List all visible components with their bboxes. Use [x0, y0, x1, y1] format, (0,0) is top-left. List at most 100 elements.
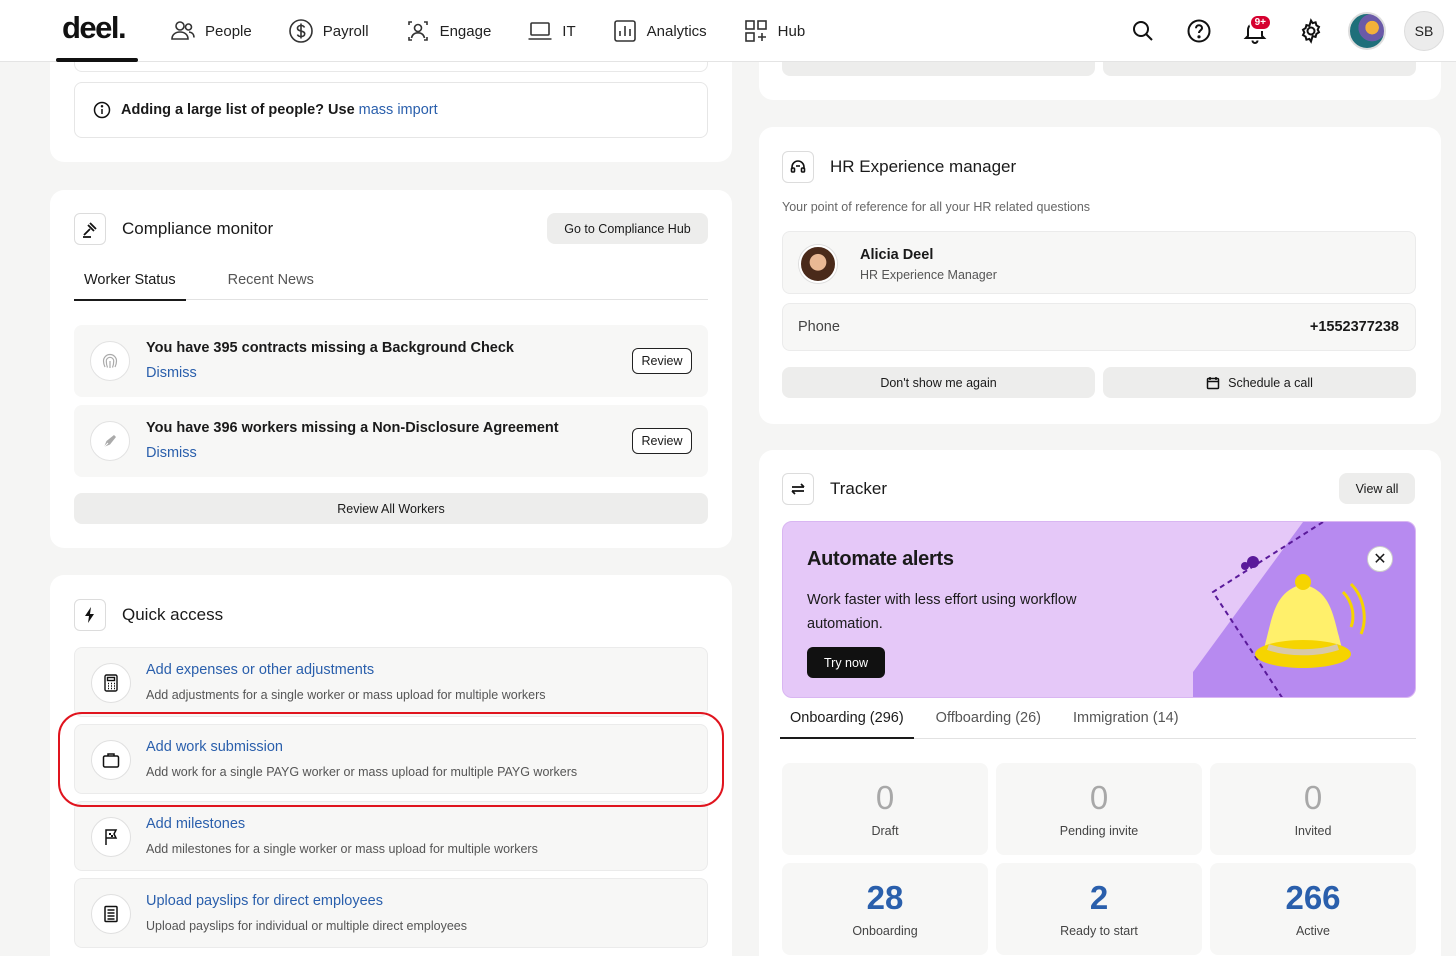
swap-arrows-icon: [782, 473, 814, 505]
calculator-icon: [91, 663, 131, 703]
stat-value: 28: [866, 879, 904, 916]
dismiss-link[interactable]: Dismiss: [146, 445, 197, 461]
quick-access-item-title[interactable]: Add work submission: [146, 739, 283, 755]
nav-item-engage[interactable]: Engage: [405, 18, 492, 44]
schedule-call-button[interactable]: Schedule a call: [1103, 367, 1416, 398]
go-to-compliance-hub-button[interactable]: Go to Compliance Hub: [547, 213, 708, 244]
notifications-button[interactable]: 9+: [1236, 12, 1274, 50]
quick-access-item[interactable]: Add milestones Add milestones for a sing…: [74, 801, 708, 871]
nav-item-hub[interactable]: Hub: [743, 18, 806, 44]
stat-label: Onboarding: [852, 924, 918, 938]
stat-onboarding[interactable]: 28 Onboarding: [782, 863, 988, 955]
dismiss-link[interactable]: Dismiss: [146, 365, 197, 381]
stat-active[interactable]: 266 Active: [1210, 863, 1416, 955]
quick-access-item-desc: Add milestones for a single worker or ma…: [146, 842, 538, 856]
info-icon: [93, 101, 111, 119]
engage-icon: [407, 21, 428, 41]
compliance-title: Compliance monitor: [122, 219, 274, 238]
nav-item-it[interactable]: IT: [527, 18, 576, 44]
quick-access-header: Quick access: [74, 599, 223, 631]
quick-access-item-title[interactable]: Add expenses or other adjustments: [146, 662, 374, 678]
compliance-header: Compliance monitor: [74, 213, 273, 245]
review-all-workers-button[interactable]: Review All Workers: [74, 493, 708, 524]
nav-label-hub: Hub: [777, 22, 806, 40]
deel-logo[interactable]: deel.: [62, 10, 127, 46]
stat-value: 0: [875, 779, 895, 816]
nav-item-analytics[interactable]: Analytics: [612, 18, 707, 44]
quick-access-item-desc: Add work for a single PAYG worker or mas…: [146, 765, 578, 779]
people-icon: [171, 21, 195, 40]
tab-immigration[interactable]: Immigration (14): [1073, 710, 1179, 738]
tracker-title: Tracker: [830, 479, 887, 498]
dont-show-again-button[interactable]: Don't show me again: [782, 367, 1095, 398]
nav-label-people: People: [205, 22, 252, 40]
logo-active-indicator: [56, 58, 138, 62]
hr-subtitle: Your point of reference for all your HR …: [782, 200, 1091, 214]
hr-phone-row: Phone +1552377238: [782, 303, 1416, 351]
gear-icon: [1301, 18, 1321, 44]
banner-title: Automate alerts: [807, 548, 954, 570]
tracker-tabs: Onboarding (296) Offboarding (26) Immigr…: [780, 710, 1416, 739]
review-button[interactable]: Review: [632, 348, 692, 374]
quick-access-item-title[interactable]: Add milestones: [146, 816, 245, 832]
tab-worker-status[interactable]: Worker Status: [74, 272, 186, 301]
help-button[interactable]: [1180, 12, 1218, 50]
stat-label: Active: [1295, 924, 1331, 938]
schedule-call-label: Schedule a call: [1228, 375, 1313, 390]
phone-label: Phone: [798, 319, 840, 335]
mass-import-link[interactable]: mass import: [359, 102, 438, 118]
tab-recent-news[interactable]: Recent News: [228, 272, 314, 300]
nav-item-people[interactable]: People: [170, 18, 252, 44]
quick-access-item[interactable]: Add work submission Add work for a singl…: [74, 724, 708, 794]
nav-label-it: IT: [562, 22, 576, 40]
stat-pending-invite[interactable]: 0 Pending invite: [996, 763, 1202, 855]
flag-icon: [91, 817, 131, 857]
quick-access-item[interactable]: Upload payslips for direct employees Upl…: [74, 878, 708, 948]
quick-access-item-title[interactable]: Upload payslips for direct employees: [146, 893, 383, 909]
try-now-button[interactable]: Try now: [807, 647, 885, 678]
gavel-icon: [74, 213, 106, 245]
stat-draft[interactable]: 0 Draft: [782, 763, 988, 855]
search-button[interactable]: [1124, 12, 1162, 50]
stat-label: Invited: [1294, 824, 1332, 838]
close-banner-button[interactable]: ✕: [1367, 546, 1393, 572]
search-icon: [1133, 21, 1153, 41]
review-button[interactable]: Review: [632, 428, 692, 454]
org-avatar[interactable]: [1348, 12, 1386, 50]
compliance-alert: You have 396 workers missing a Non-Discl…: [74, 405, 708, 477]
view-all-button[interactable]: View all: [1339, 473, 1415, 504]
hr-title: HR Experience manager: [830, 157, 1017, 176]
stat-label: Pending invite: [1059, 824, 1139, 838]
quick-access-card: Quick access Add expenses or other adjus…: [50, 575, 732, 956]
settings-button[interactable]: [1292, 12, 1330, 50]
stat-value: 2: [1089, 879, 1109, 916]
tab-onboarding[interactable]: Onboarding (296): [780, 710, 914, 739]
stat-value: 0: [1089, 779, 1109, 816]
stat-invited[interactable]: 0 Invited: [1210, 763, 1416, 855]
user-avatar[interactable]: SB: [1404, 11, 1444, 51]
nav-menu: People Payroll Engage IT Analytics Hub: [170, 0, 805, 62]
mass-import-notice: Adding a large list of people? Use mass …: [74, 82, 708, 138]
nav-label-engage: Engage: [439, 22, 492, 40]
stat-value: 266: [1285, 879, 1341, 916]
tab-offboarding[interactable]: Offboarding (26): [936, 710, 1041, 738]
tracker-card: Tracker View all Automate alerts Work fa…: [759, 450, 1441, 956]
hr-contact-card: Alicia Deel HR Experience Manager: [782, 231, 1416, 294]
hr-header: HR Experience manager: [782, 151, 1016, 183]
stat-ready-to-start[interactable]: 2 Ready to start: [996, 863, 1202, 955]
briefcase-icon: [91, 740, 131, 780]
nav-label-payroll: Payroll: [322, 22, 369, 40]
nav-item-payroll[interactable]: Payroll: [288, 18, 369, 44]
headset-icon: [782, 151, 814, 183]
quick-access-item[interactable]: Add expenses or other adjustments Add ad…: [74, 647, 708, 717]
banner-text: Work faster with less effort using workf…: [807, 592, 1077, 632]
calendar-icon: [1206, 376, 1220, 389]
stat-value: 0: [1303, 779, 1323, 816]
stat-label: Ready to start: [1060, 924, 1138, 938]
compliance-alert: You have 395 contracts missing a Backgro…: [74, 325, 708, 397]
nav-label-analytics: Analytics: [646, 22, 707, 40]
quick-access-title: Quick access: [122, 605, 224, 624]
alert-message: You have 396 workers missing a Non-Discl…: [146, 420, 559, 436]
phone-number[interactable]: +1552377238: [1310, 319, 1399, 335]
fingerprint-icon: [90, 341, 130, 381]
